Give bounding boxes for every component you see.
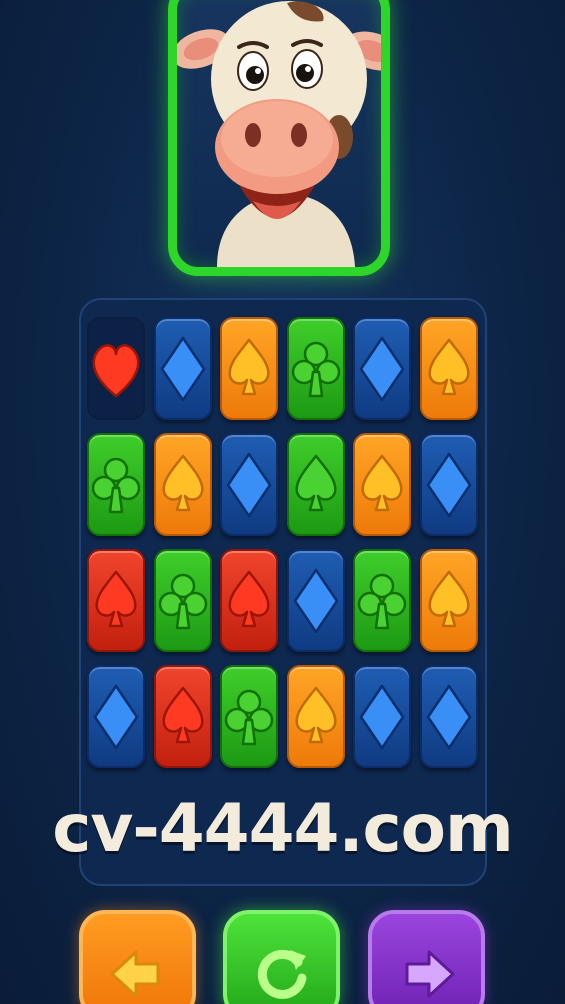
spade-icon — [95, 570, 137, 627]
spade-icon — [228, 338, 270, 395]
tile-r2-c5[interactable] — [353, 433, 411, 536]
spade-icon — [228, 570, 270, 627]
tile-r4-c5[interactable] — [353, 665, 411, 768]
diamond-icon — [359, 336, 405, 401]
tile-r2-c2[interactable] — [153, 433, 212, 536]
tile-r3-c5[interactable] — [353, 549, 411, 652]
tile-r1-c5[interactable] — [353, 317, 411, 420]
heart-icon — [92, 343, 140, 397]
tile-r4-c4[interactable] — [286, 665, 345, 768]
tile-r4-c6[interactable] — [419, 665, 478, 768]
watermark-text: cv-4444.com — [52, 790, 514, 867]
tile-r2-c6[interactable] — [419, 433, 478, 536]
tile-r1-c4[interactable] — [286, 317, 345, 420]
club-icon — [91, 457, 141, 513]
spade-icon — [294, 686, 337, 743]
arrow-left-icon — [110, 950, 159, 998]
tile-r1-c2[interactable] — [153, 317, 212, 420]
tile-r1-c1[interactable] — [87, 317, 145, 420]
spade-icon — [427, 338, 470, 395]
tile-r4-c1[interactable] — [87, 665, 145, 768]
game-screen: cv-4444.com — [0, 0, 565, 1004]
tile-r4-c3[interactable] — [220, 665, 278, 768]
tile-r2-c3[interactable] — [220, 433, 278, 536]
tile-r1-c3[interactable] — [220, 317, 278, 420]
diamond-icon — [359, 684, 405, 749]
diamond-icon — [426, 684, 471, 749]
forward-button[interactable] — [368, 910, 485, 1004]
tile-r3-c2[interactable] — [153, 549, 212, 652]
club-icon — [291, 341, 340, 397]
spade-icon — [427, 570, 470, 627]
tile-r4-c2[interactable] — [153, 665, 212, 768]
spade-icon — [361, 454, 403, 511]
tile-r2-c4[interactable] — [286, 433, 345, 536]
back-button[interactable] — [79, 910, 196, 1004]
tile-r3-c6[interactable] — [419, 549, 478, 652]
club-icon — [158, 573, 207, 629]
refresh-button[interactable] — [223, 910, 340, 1004]
diamond-icon — [293, 568, 338, 633]
spade-icon — [161, 454, 204, 511]
refresh-icon — [257, 949, 306, 999]
character-portrait — [168, 0, 390, 276]
diamond-icon — [226, 452, 272, 517]
spade-icon — [161, 686, 204, 743]
tile-r3-c1[interactable] — [87, 549, 145, 652]
tile-grid — [87, 317, 478, 768]
diamond-icon — [93, 684, 139, 749]
diamond-icon — [160, 336, 205, 401]
spade-icon — [294, 454, 337, 511]
arrow-right-icon — [405, 950, 454, 998]
tile-r3-c4[interactable] — [286, 549, 345, 652]
tile-r2-c1[interactable] — [87, 433, 145, 536]
diamond-icon — [426, 452, 471, 517]
club-icon — [224, 689, 274, 745]
club-icon — [357, 573, 407, 629]
tile-r3-c3[interactable] — [220, 549, 278, 652]
cow-character-icon — [177, 1, 381, 267]
tile-r1-c6[interactable] — [419, 317, 478, 420]
